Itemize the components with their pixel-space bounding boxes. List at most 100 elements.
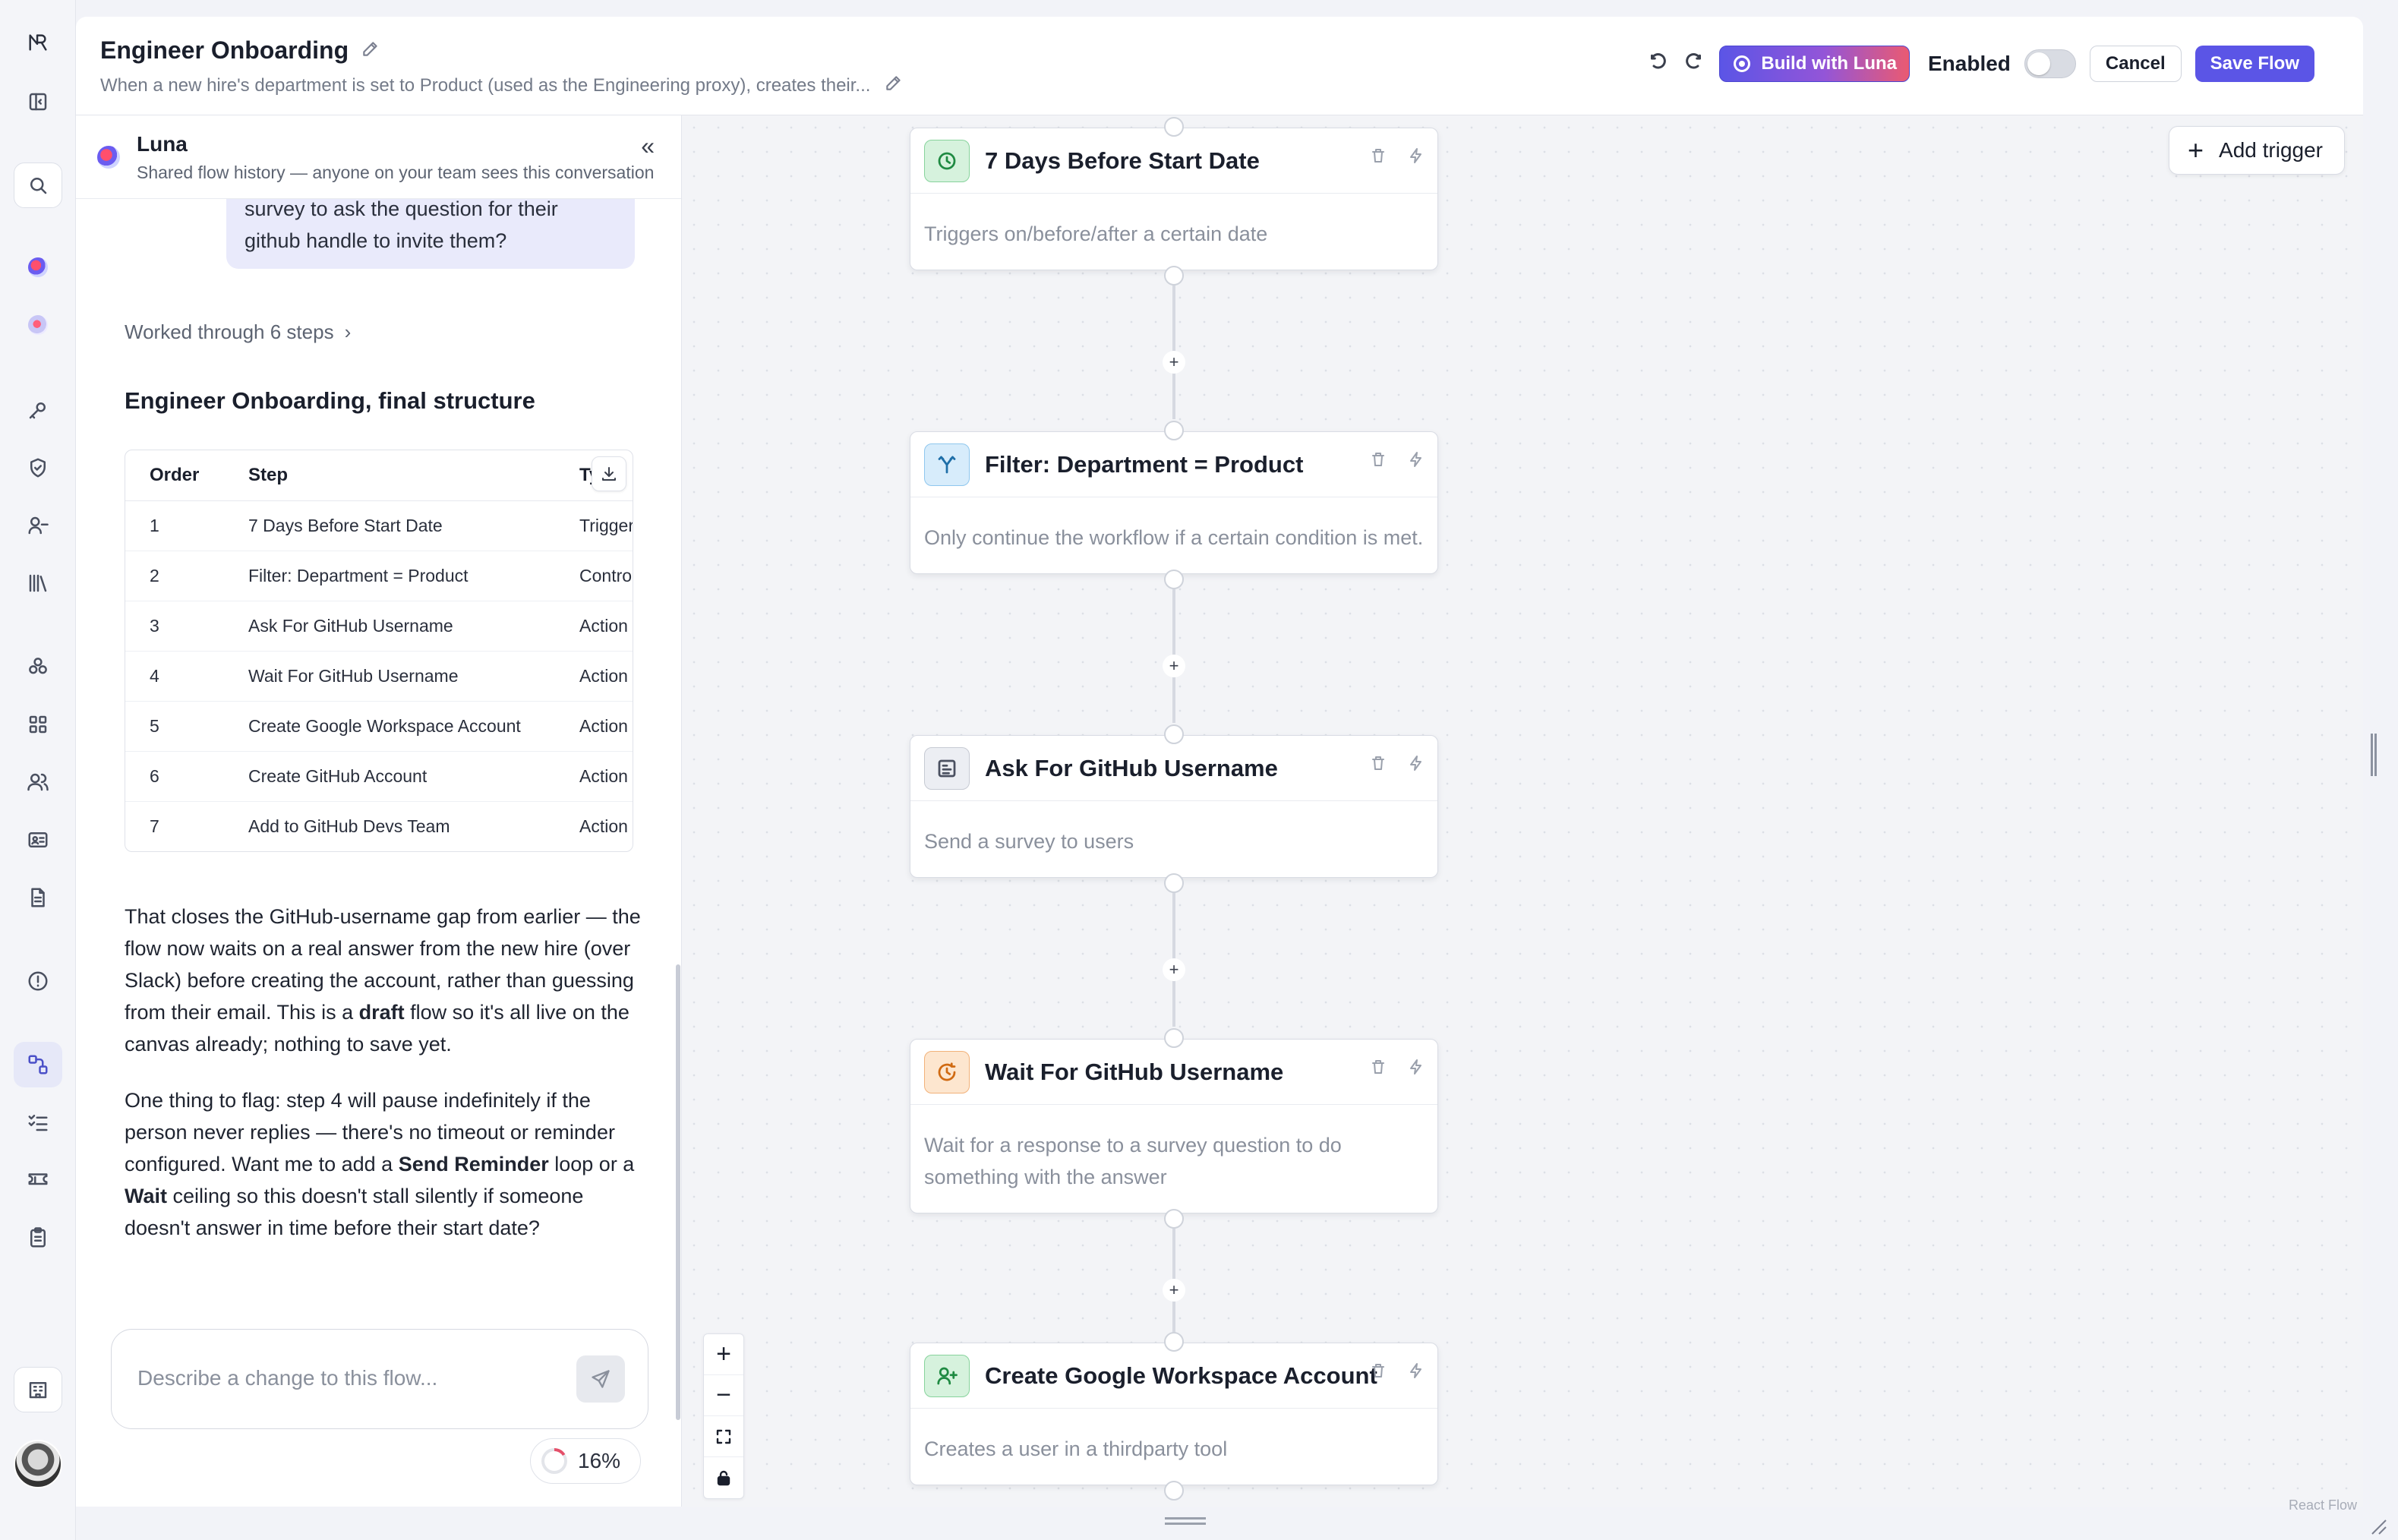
- worked-through-steps[interactable]: Worked through 6 steps ›: [125, 320, 351, 344]
- cell-step: Create Google Workspace Account: [224, 701, 555, 752]
- luna-orb-icon[interactable]: [21, 251, 55, 284]
- build-with-luna-label: Build with Luna: [1761, 53, 1897, 74]
- fit-view-button[interactable]: [704, 1416, 743, 1457]
- react-flow-attribution[interactable]: React Flow: [2289, 1497, 2357, 1513]
- avatar[interactable]: [14, 1440, 62, 1488]
- node-description: Only continue the workflow if a certain …: [924, 526, 1424, 549]
- library-icon[interactable]: [21, 566, 55, 600]
- build-with-luna-button[interactable]: Build with Luna: [1719, 46, 1910, 82]
- add-step-plus-icon[interactable]: +: [1163, 655, 1185, 677]
- workflows-icon[interactable]: [13, 1042, 62, 1087]
- document-icon[interactable]: [21, 881, 55, 914]
- send-button[interactable]: [576, 1355, 625, 1403]
- corner-resize-icon[interactable]: [2368, 1516, 2387, 1535]
- node-handle[interactable]: [1164, 1481, 1184, 1501]
- lightning-icon[interactable]: [1407, 450, 1425, 469]
- side-resize-handle[interactable]: [2371, 734, 2377, 776]
- flow-node-wait[interactable]: Wait For GitHub Username Wait for a resp…: [910, 1039, 1438, 1213]
- node-handle[interactable]: [1164, 1332, 1184, 1352]
- table-row: 3 Ask For GitHub Username Action: [125, 601, 633, 652]
- zoom-in-button[interactable]: +: [704, 1334, 743, 1375]
- trash-icon[interactable]: [1369, 1058, 1387, 1076]
- ticket-icon[interactable]: [21, 1163, 55, 1197]
- bottom-resize-handle[interactable]: [1165, 1517, 1206, 1525]
- flow-canvas[interactable]: + Add trigger + + + + 7 Days Before Star…: [682, 115, 2363, 1507]
- search-icon[interactable]: [13, 163, 62, 208]
- trash-icon[interactable]: [1369, 754, 1387, 772]
- panel-toggle-icon[interactable]: [21, 85, 55, 118]
- integrations-icon[interactable]: [21, 650, 55, 683]
- add-step-plus-icon[interactable]: +: [1163, 958, 1185, 981]
- table-row: 2 Filter: Department = Product Control: [125, 551, 633, 601]
- cell-order: 4: [125, 651, 224, 702]
- chat-scrollbar[interactable]: [676, 964, 680, 1420]
- apps-grid-icon[interactable]: [21, 708, 55, 741]
- cell-order: 2: [125, 551, 224, 601]
- collapse-panel-icon[interactable]: «: [641, 132, 655, 160]
- node-handle[interactable]: [1164, 1028, 1184, 1048]
- add-trigger-button[interactable]: + Add trigger: [2169, 126, 2345, 175]
- flow-title: Engineer Onboarding: [100, 36, 349, 64]
- checklist-icon[interactable]: [21, 1106, 55, 1139]
- clipboard-icon[interactable]: [21, 1221, 55, 1254]
- cell-type: Trigger: [555, 500, 633, 551]
- building-icon[interactable]: [13, 1367, 62, 1412]
- usage-indicator[interactable]: 16%: [530, 1438, 641, 1484]
- undo-icon[interactable]: [1646, 51, 1669, 77]
- logo-icon[interactable]: [21, 26, 55, 59]
- add-step-plus-icon[interactable]: +: [1163, 1279, 1185, 1302]
- edit-title-pencil-icon[interactable]: [361, 36, 380, 65]
- node-header: Create Google Workspace Account: [910, 1343, 1437, 1409]
- node-handle[interactable]: [1164, 873, 1184, 893]
- trash-icon[interactable]: [1369, 147, 1387, 165]
- alert-icon[interactable]: [21, 964, 55, 998]
- flow-node-survey[interactable]: Ask For GitHub Username Send a survey to…: [910, 735, 1438, 878]
- lock-button[interactable]: [704, 1457, 743, 1498]
- luna-panel: survey to ask the question for their git…: [76, 115, 682, 1507]
- flow-node-create-account[interactable]: Create Google Workspace Account Creates …: [910, 1343, 1438, 1485]
- structure-title: Engineer Onboarding, final structure: [125, 387, 535, 414]
- flow-node-trigger[interactable]: 7 Days Before Start Date Triggers on/bef…: [910, 128, 1438, 270]
- edit-description-pencil-icon[interactable]: [884, 73, 904, 98]
- id-card-icon[interactable]: [21, 823, 55, 857]
- enabled-toggle[interactable]: [2024, 49, 2076, 78]
- users-icon[interactable]: [21, 765, 55, 799]
- node-handle[interactable]: [1164, 724, 1184, 744]
- node-handle[interactable]: [1164, 570, 1184, 589]
- node-handle[interactable]: [1164, 1209, 1184, 1229]
- composer-input[interactable]: Describe a change to this flow...: [111, 1329, 648, 1429]
- trash-icon[interactable]: [1369, 1362, 1387, 1380]
- lightning-icon[interactable]: [1407, 754, 1425, 772]
- lightning-icon[interactable]: [1407, 1362, 1425, 1380]
- luna-ring-icon: [1734, 55, 1751, 72]
- node-handle[interactable]: [1164, 117, 1184, 137]
- cell-order: 3: [125, 601, 224, 652]
- shield-icon[interactable]: [21, 451, 55, 484]
- fit-view-icon: [716, 1429, 731, 1444]
- cancel-button[interactable]: Cancel: [2089, 46, 2182, 82]
- download-table-button[interactable]: [592, 456, 626, 491]
- node-handle[interactable]: [1164, 421, 1184, 440]
- user-minus-icon[interactable]: [21, 509, 55, 542]
- lightning-icon[interactable]: [1407, 1058, 1425, 1076]
- column-header-order: Order: [125, 450, 224, 501]
- flow-header: Engineer Onboarding When a new hire's de…: [76, 17, 2363, 115]
- cell-type: Action: [555, 701, 633, 752]
- trash-icon[interactable]: [1369, 450, 1387, 469]
- node-handle[interactable]: [1164, 266, 1184, 286]
- redo-icon[interactable]: [1683, 51, 1705, 77]
- clock-icon: [924, 139, 970, 182]
- column-header-step: Step: [224, 450, 555, 501]
- save-flow-button[interactable]: Save Flow: [2194, 46, 2314, 82]
- node-actions: [1369, 450, 1425, 469]
- flow-node-filter[interactable]: Filter: Department = Product Only contin…: [910, 431, 1438, 574]
- luna-orb-light-icon[interactable]: [21, 308, 55, 342]
- assistant-paragraph-1: That closes the GitHub-username gap from…: [125, 901, 641, 1060]
- lightning-icon[interactable]: [1407, 147, 1425, 165]
- cell-step: Create GitHub Account: [224, 751, 555, 802]
- page-title: Engineer Onboarding: [100, 36, 380, 65]
- key-icon[interactable]: [21, 393, 55, 427]
- add-step-plus-icon[interactable]: +: [1163, 351, 1185, 374]
- zoom-out-button[interactable]: −: [704, 1375, 743, 1416]
- node-actions: [1369, 1362, 1425, 1380]
